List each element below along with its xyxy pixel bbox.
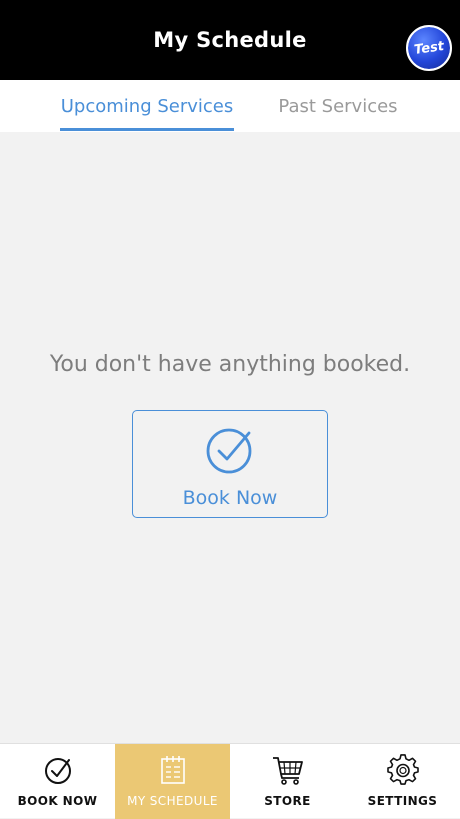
nav-my-schedule-label: MY SCHEDULE (127, 794, 218, 808)
empty-state-message: You don't have anything booked. (49, 352, 411, 377)
gear-icon (387, 754, 419, 785)
tab-past-services-label: Past Services (278, 95, 398, 117)
page-title: My Schedule (153, 28, 307, 52)
top-header: My Schedule Test (0, 0, 460, 80)
tab-upcoming-services[interactable]: Upcoming Services (60, 80, 234, 132)
calendar-icon (161, 756, 185, 784)
nav-store-label: STORE (264, 794, 311, 808)
tab-upcoming-services-label: Upcoming Services (60, 95, 234, 117)
nav-store[interactable]: STORE (230, 744, 345, 819)
tab-past-services[interactable]: Past Services (262, 80, 414, 132)
tab-bar: Upcoming Services Past Services (0, 80, 460, 132)
nav-book-now-label: BOOK NOW (17, 794, 98, 808)
avatar-label: Test (408, 27, 450, 69)
check-circle-icon (206, 428, 252, 474)
check-circle-icon (45, 758, 71, 784)
avatar[interactable]: Test (406, 25, 452, 71)
cart-icon (273, 757, 303, 785)
nav-settings-label: SETTINGS (367, 794, 438, 808)
book-now-label: Book Now (182, 487, 278, 509)
bottom-navigation: BOOK NOW MY SCHEDULE STORE SETTINGS (0, 743, 460, 819)
active-tab-indicator (60, 128, 234, 131)
nav-my-schedule[interactable]: MY SCHEDULE (115, 744, 230, 819)
nav-book-now[interactable]: BOOK NOW (0, 744, 115, 819)
book-now-button[interactable]: Book Now (132, 410, 328, 518)
nav-settings[interactable]: SETTINGS (345, 744, 460, 819)
